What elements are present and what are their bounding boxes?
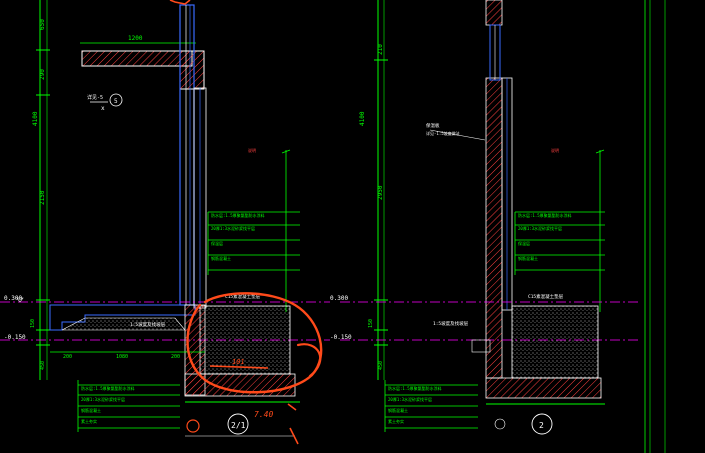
level-plus-right: 0.300	[330, 295, 348, 302]
spec-lower-r3: 钢筋混凝土	[388, 407, 408, 413]
handwritten-a: 101	[232, 358, 245, 366]
note-label-left: 1:5坡度及找坡层	[130, 321, 166, 328]
spec-lower-4: 素土夯实	[81, 418, 97, 424]
dim-v-3: 4100	[32, 111, 39, 126]
spec-lower-1: 防水层:1.5厚聚氨酯防水涂料	[81, 385, 135, 391]
dim-top: 1200	[128, 35, 143, 42]
slab-callout: 详见-5	[87, 94, 103, 101]
cad-section-drawing: 650 290 4100 2150 150 450 1200 详见-5 5 x …	[0, 0, 666, 453]
spec-upper-r1: 防水层:1.5厚聚氨酯防水涂料	[518, 212, 572, 218]
dim-v-1: 650	[39, 19, 46, 30]
spec-block-upper-right: 防水层:1.5厚聚氨酯防水涂料 20厚1:3水泥砂浆找平层 保温层 钢筋混凝土	[514, 211, 605, 275]
slab-note-right: C15素混凝土垫层	[528, 293, 564, 300]
legend-red-left: 说明	[248, 147, 256, 153]
left-section: 650 290 4100 2150 150 450 1200 详见-5 5 x …	[0, 0, 330, 445]
spec-lower-2: 20厚1:3水泥砂浆找平层	[81, 396, 125, 402]
right-section: 210 4100 2950 150 450 保温板 详见-1:5坡度做法 说明 …	[330, 0, 666, 453]
dim-bottom-3: 200	[171, 354, 180, 360]
spec-lower-r1: 防水层:1.5厚聚氨酯防水涂料	[388, 385, 442, 391]
spec-upper-2: 20厚1:3水泥砂浆找平层	[211, 225, 255, 231]
spec-lower-3: 钢筋混凝土	[81, 407, 101, 413]
dim-v-4: 2150	[39, 190, 46, 205]
dim-v-r3: 2950	[377, 185, 384, 200]
spec-upper-r2: 20厚1:3水泥砂浆找平层	[518, 225, 562, 231]
dim-v-2: 290	[39, 69, 46, 80]
legend-red-right: 说明	[551, 147, 559, 153]
spec-block-lower-left: 防水层:1.5厚聚氨酯防水涂料 20厚1:3水泥砂浆找平层 钢筋混凝土 素土夯实	[77, 380, 180, 432]
dim-bottom-2: 1080	[116, 354, 128, 360]
detail-id-left: 2/1	[231, 421, 246, 430]
level-minus-left: -0.150	[4, 334, 26, 341]
dim-v-6: 450	[40, 361, 46, 370]
dim-v-r4: 150	[368, 319, 374, 328]
spec-lower-r4: 素土夯实	[388, 418, 404, 424]
spec-upper-r4: 钢筋混凝土	[518, 255, 538, 261]
dim-v-r5: 450	[378, 361, 384, 370]
spec-upper-1: 防水层:1.5厚聚氨酯防水涂料	[211, 212, 265, 218]
callout-right: 保温板	[426, 122, 440, 129]
callout-right-2: 详见-1:5坡度做法	[426, 130, 460, 136]
spec-upper-3: 保温层	[211, 240, 223, 246]
level-plus-left: 0.300	[4, 295, 22, 302]
spec-upper-4: 钢筋混凝土	[211, 255, 231, 261]
slab-mark: x	[101, 105, 105, 112]
handwritten-b: 7.40	[254, 410, 273, 419]
detail-id-right: 2	[539, 421, 544, 430]
note-label-right: 1:5坡度及找坡层	[433, 320, 469, 327]
dim-v-r1: 210	[377, 44, 384, 55]
level-minus-right: -0.150	[330, 334, 352, 341]
spec-upper-r3: 保温层	[518, 240, 530, 246]
spec-lower-r2: 20厚1:3水泥砂浆找平层	[388, 396, 432, 402]
slab-marker-text: 5	[114, 98, 118, 105]
spec-block-lower-right: 防水层:1.5厚聚氨酯防水涂料 20厚1:3水泥砂浆找平层 钢筋混凝土 素土夯实	[384, 380, 478, 432]
dim-v-r2: 4100	[359, 111, 366, 126]
dim-v-5: 150	[30, 319, 36, 328]
dim-bottom-1: 200	[63, 354, 72, 360]
